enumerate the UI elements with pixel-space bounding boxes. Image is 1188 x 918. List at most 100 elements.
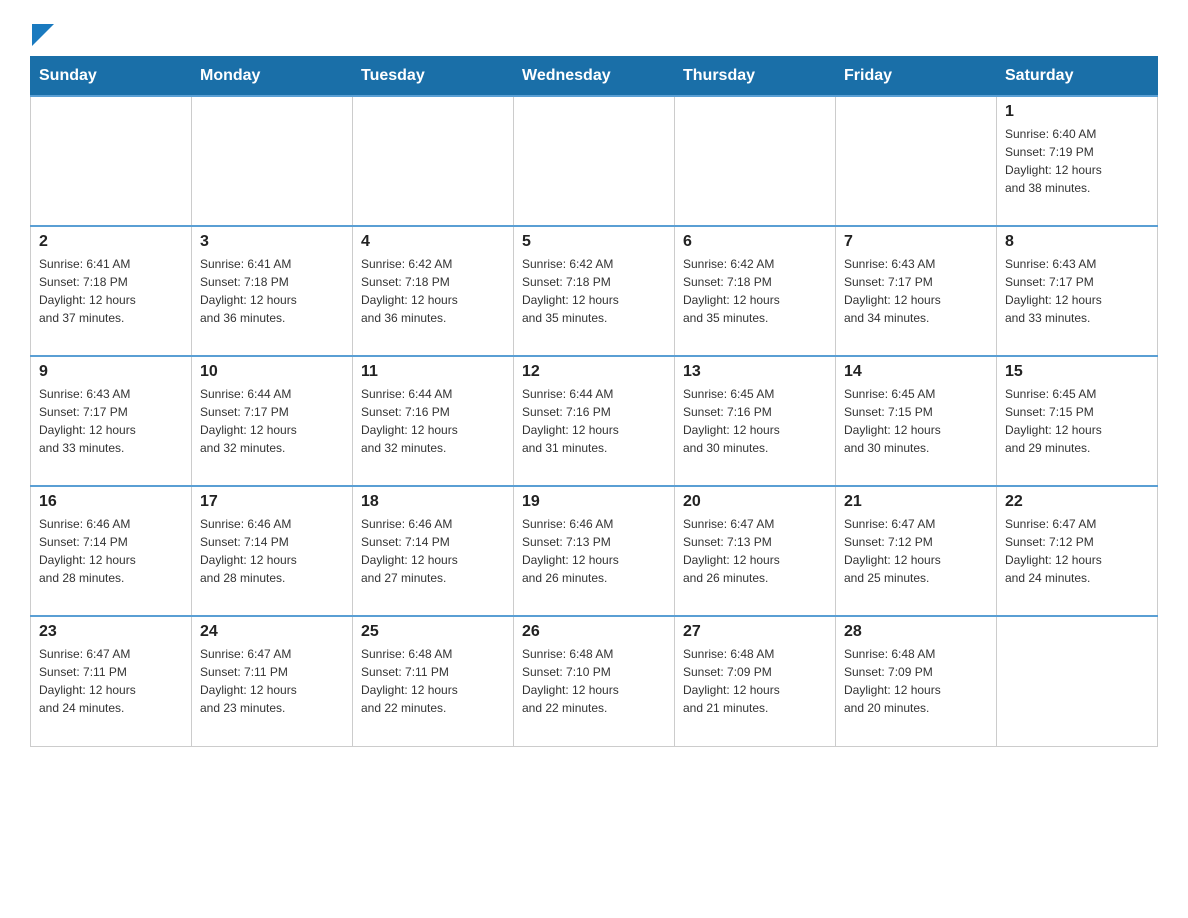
calendar-cell xyxy=(997,616,1158,746)
calendar-cell: 25Sunrise: 6:48 AM Sunset: 7:11 PM Dayli… xyxy=(353,616,514,746)
day-number: 15 xyxy=(1005,363,1149,381)
calendar-cell: 24 Sunrise: 6:47 AM Sunset: 7:11 PM Dayli… xyxy=(192,616,353,746)
calendar-week-row: 1 Sunrise: 6:40 AM Sunset: 7:19 PM Daylig… xyxy=(31,96,1158,226)
calendar-cell xyxy=(192,96,353,226)
day-info: Sunrise: 6:44 AM Sunset: 7:16 PM Dayligh… xyxy=(361,385,505,457)
calendar-cell: 2Sunrise: 6:41 AM Sunset: 7:18 PM Daylig… xyxy=(31,226,192,356)
calendar-cell: 23 Sunrise: 6:47 AM Sunset: 7:11 PM Dayli… xyxy=(31,616,192,746)
calendar-cell: 6 Sunrise: 6:42 AM Sunset: 7:18 PM Daylig… xyxy=(675,226,836,356)
calendar-table: SundayMondayTuesdayWednesdayThursdayFrid… xyxy=(30,56,1158,747)
day-number: 26 xyxy=(522,623,666,641)
day-info: Sunrise: 6:48 AM Sunset: 7:09 PM Dayligh… xyxy=(844,645,988,717)
day-number: 13 xyxy=(683,363,827,381)
day-info: Sunrise: 6:45 AM Sunset: 7:15 PM Dayligh… xyxy=(844,385,988,457)
day-info: Sunrise: 6:48 AM Sunset: 7:10 PM Dayligh… xyxy=(522,645,666,717)
day-number: 5 xyxy=(522,233,666,251)
day-number: 3 xyxy=(200,233,344,251)
day-info: Sunrise: 6:45 AM Sunset: 7:16 PM Dayligh… xyxy=(683,385,827,457)
weekday-header-tuesday: Tuesday xyxy=(353,57,514,97)
day-info: Sunrise: 6:45 AM Sunset: 7:15 PM Dayligh… xyxy=(1005,385,1149,457)
day-number: 23 xyxy=(39,623,183,641)
day-info: Sunrise: 6:41 AM Sunset: 7:18 PM Dayligh… xyxy=(39,255,183,327)
day-number: 11 xyxy=(361,363,505,381)
day-number: 14 xyxy=(844,363,988,381)
day-number: 20 xyxy=(683,493,827,511)
day-number: 19 xyxy=(522,493,666,511)
day-number: 7 xyxy=(844,233,988,251)
day-number: 1 xyxy=(1005,103,1149,121)
day-number: 9 xyxy=(39,363,183,381)
weekday-header-monday: Monday xyxy=(192,57,353,97)
day-info: Sunrise: 6:43 AM Sunset: 7:17 PM Dayligh… xyxy=(844,255,988,327)
day-info: Sunrise: 6:44 AM Sunset: 7:17 PM Dayligh… xyxy=(200,385,344,457)
weekday-header-wednesday: Wednesday xyxy=(514,57,675,97)
calendar-cell xyxy=(514,96,675,226)
calendar-cell: 21Sunrise: 6:47 AM Sunset: 7:12 PM Dayli… xyxy=(836,486,997,616)
calendar-cell: 22Sunrise: 6:47 AM Sunset: 7:12 PM Dayli… xyxy=(997,486,1158,616)
day-number: 17 xyxy=(200,493,344,511)
day-info: Sunrise: 6:47 AM Sunset: 7:11 PM Dayligh… xyxy=(39,645,183,717)
day-info: Sunrise: 6:40 AM Sunset: 7:19 PM Dayligh… xyxy=(1005,125,1149,197)
weekday-header-sunday: Sunday xyxy=(31,57,192,97)
day-number: 22 xyxy=(1005,493,1149,511)
calendar-header-row: SundayMondayTuesdayWednesdayThursdayFrid… xyxy=(31,57,1158,97)
calendar-cell xyxy=(31,96,192,226)
calendar-cell: 4 Sunrise: 6:42 AM Sunset: 7:18 PM Daylig… xyxy=(353,226,514,356)
calendar-cell: 17 Sunrise: 6:46 AM Sunset: 7:14 PM Dayli… xyxy=(192,486,353,616)
day-number: 27 xyxy=(683,623,827,641)
calendar-week-row: 23 Sunrise: 6:47 AM Sunset: 7:11 PM Dayli… xyxy=(31,616,1158,746)
day-number: 4 xyxy=(361,233,505,251)
calendar-cell: 19 Sunrise: 6:46 AM Sunset: 7:13 PM Dayli… xyxy=(514,486,675,616)
day-number: 16 xyxy=(39,493,183,511)
calendar-cell: 28 Sunrise: 6:48 AM Sunset: 7:09 PM Dayli… xyxy=(836,616,997,746)
calendar-cell: 26 Sunrise: 6:48 AM Sunset: 7:10 PM Dayli… xyxy=(514,616,675,746)
day-number: 25 xyxy=(361,623,505,641)
day-number: 21 xyxy=(844,493,988,511)
logo-arrow-icon xyxy=(32,24,54,46)
calendar-cell: 7 Sunrise: 6:43 AM Sunset: 7:17 PM Daylig… xyxy=(836,226,997,356)
calendar-cell: 8Sunrise: 6:43 AM Sunset: 7:17 PM Daylig… xyxy=(997,226,1158,356)
day-info: Sunrise: 6:42 AM Sunset: 7:18 PM Dayligh… xyxy=(522,255,666,327)
calendar-cell xyxy=(675,96,836,226)
day-number: 24 xyxy=(200,623,344,641)
calendar-cell: 1 Sunrise: 6:40 AM Sunset: 7:19 PM Daylig… xyxy=(997,96,1158,226)
day-info: Sunrise: 6:44 AM Sunset: 7:16 PM Dayligh… xyxy=(522,385,666,457)
day-info: Sunrise: 6:47 AM Sunset: 7:13 PM Dayligh… xyxy=(683,515,827,587)
day-info: Sunrise: 6:47 AM Sunset: 7:11 PM Dayligh… xyxy=(200,645,344,717)
day-info: Sunrise: 6:48 AM Sunset: 7:09 PM Dayligh… xyxy=(683,645,827,717)
calendar-cell: 18 Sunrise: 6:46 AM Sunset: 7:14 PM Dayli… xyxy=(353,486,514,616)
calendar-cell: 9 Sunrise: 6:43 AM Sunset: 7:17 PM Daylig… xyxy=(31,356,192,486)
day-number: 8 xyxy=(1005,233,1149,251)
day-number: 18 xyxy=(361,493,505,511)
calendar-cell: 11 Sunrise: 6:44 AM Sunset: 7:16 PM Dayli… xyxy=(353,356,514,486)
calendar-cell: 5 Sunrise: 6:42 AM Sunset: 7:18 PM Daylig… xyxy=(514,226,675,356)
day-info: Sunrise: 6:41 AM Sunset: 7:18 PM Dayligh… xyxy=(200,255,344,327)
calendar-week-row: 16 Sunrise: 6:46 AM Sunset: 7:14 PM Dayli… xyxy=(31,486,1158,616)
day-info: Sunrise: 6:42 AM Sunset: 7:18 PM Dayligh… xyxy=(683,255,827,327)
calendar-cell: 16 Sunrise: 6:46 AM Sunset: 7:14 PM Dayli… xyxy=(31,486,192,616)
day-number: 28 xyxy=(844,623,988,641)
calendar-cell: 20 Sunrise: 6:47 AM Sunset: 7:13 PM Dayli… xyxy=(675,486,836,616)
day-info: Sunrise: 6:46 AM Sunset: 7:13 PM Dayligh… xyxy=(522,515,666,587)
calendar-cell xyxy=(353,96,514,226)
day-info: Sunrise: 6:46 AM Sunset: 7:14 PM Dayligh… xyxy=(361,515,505,587)
day-info: Sunrise: 6:42 AM Sunset: 7:18 PM Dayligh… xyxy=(361,255,505,327)
weekday-header-thursday: Thursday xyxy=(675,57,836,97)
day-info: Sunrise: 6:46 AM Sunset: 7:14 PM Dayligh… xyxy=(200,515,344,587)
calendar-week-row: 2Sunrise: 6:41 AM Sunset: 7:18 PM Daylig… xyxy=(31,226,1158,356)
day-number: 6 xyxy=(683,233,827,251)
weekday-header-saturday: Saturday xyxy=(997,57,1158,97)
calendar-cell: 13 Sunrise: 6:45 AM Sunset: 7:16 PM Dayli… xyxy=(675,356,836,486)
logo xyxy=(30,20,54,46)
day-number: 10 xyxy=(200,363,344,381)
page-header xyxy=(30,20,1158,46)
calendar-cell: 10 Sunrise: 6:44 AM Sunset: 7:17 PM Dayli… xyxy=(192,356,353,486)
weekday-header-friday: Friday xyxy=(836,57,997,97)
day-info: Sunrise: 6:46 AM Sunset: 7:14 PM Dayligh… xyxy=(39,515,183,587)
calendar-cell: 14 Sunrise: 6:45 AM Sunset: 7:15 PM Dayli… xyxy=(836,356,997,486)
day-info: Sunrise: 6:43 AM Sunset: 7:17 PM Dayligh… xyxy=(39,385,183,457)
calendar-cell: 27 Sunrise: 6:48 AM Sunset: 7:09 PM Dayli… xyxy=(675,616,836,746)
calendar-cell: 12Sunrise: 6:44 AM Sunset: 7:16 PM Dayli… xyxy=(514,356,675,486)
calendar-week-row: 9 Sunrise: 6:43 AM Sunset: 7:17 PM Daylig… xyxy=(31,356,1158,486)
calendar-cell: 15 Sunrise: 6:45 AM Sunset: 7:15 PM Dayli… xyxy=(997,356,1158,486)
